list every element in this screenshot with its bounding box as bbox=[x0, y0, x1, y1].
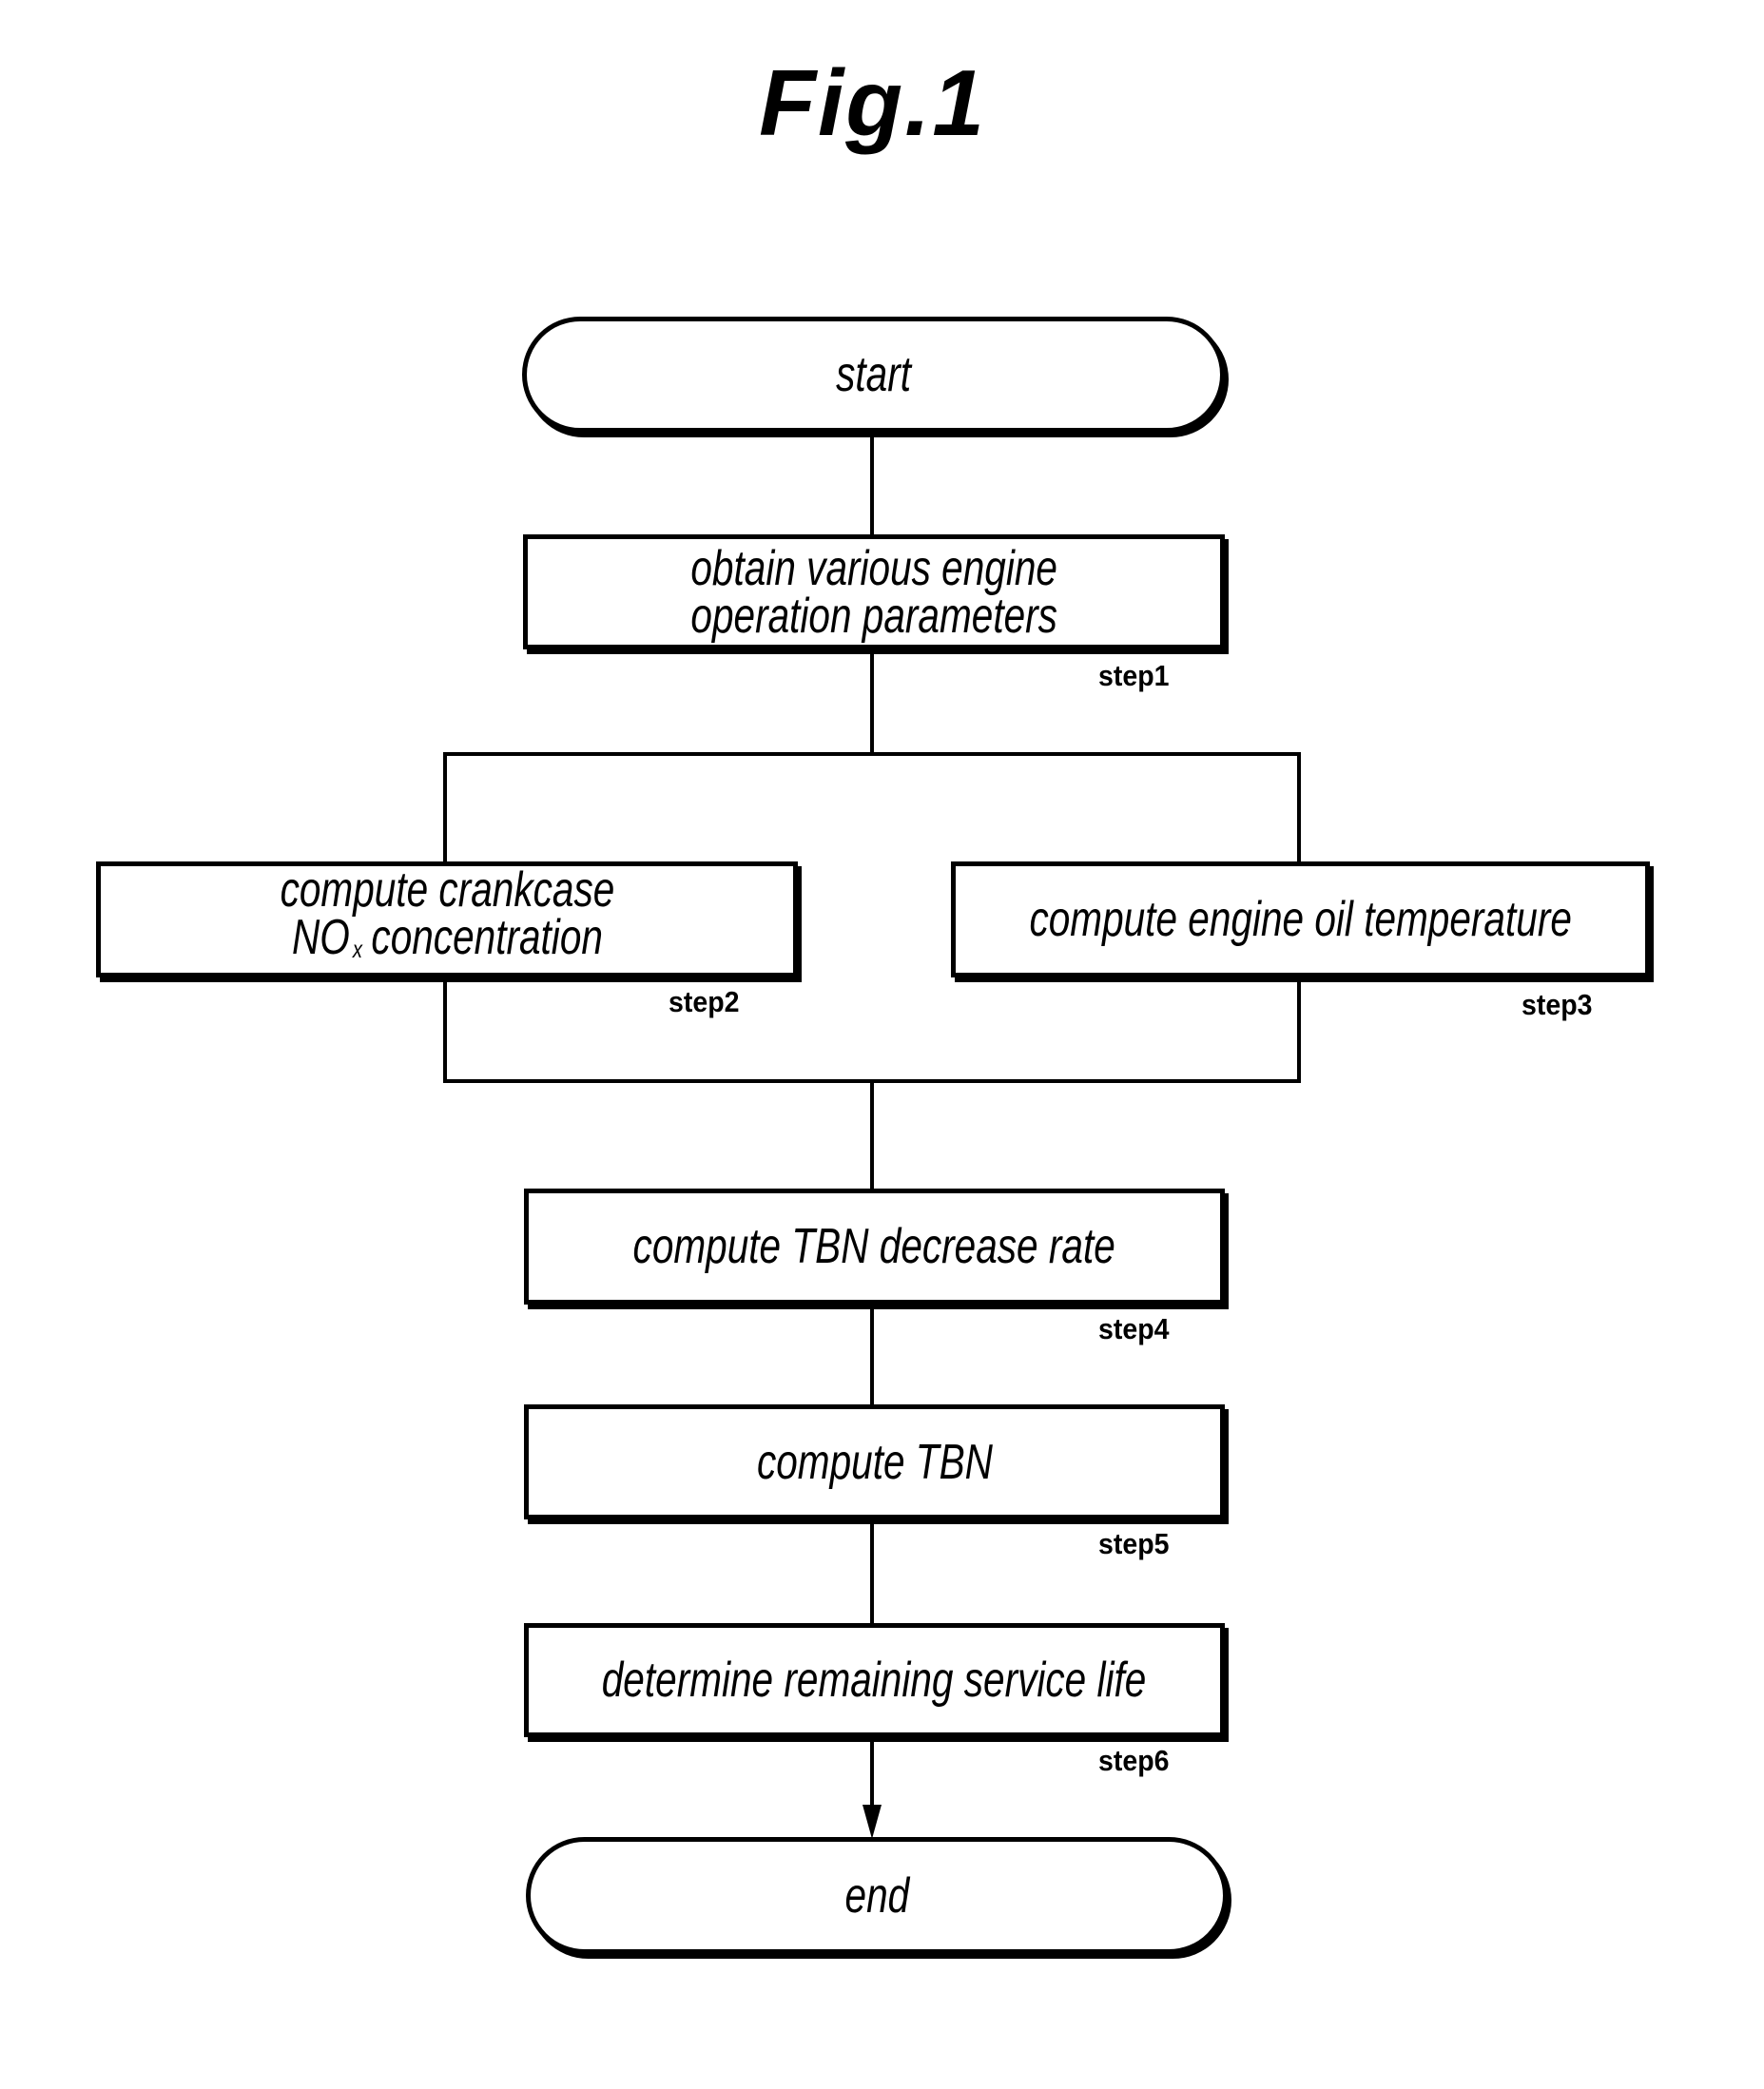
step3-tag: step3 bbox=[1522, 988, 1593, 1021]
step2-box: compute crankcase NO x concentration bbox=[96, 861, 798, 977]
step4-box: compute TBN decrease rate bbox=[524, 1189, 1225, 1305]
end-label: end bbox=[844, 1867, 909, 1924]
step3-label: compute engine oil temperature bbox=[1029, 892, 1572, 947]
start-terminal: start bbox=[522, 317, 1225, 433]
connector-layer bbox=[443, 435, 1301, 1839]
step2-label: compute crankcase NO x concentration bbox=[280, 862, 614, 973]
start-label: start bbox=[836, 347, 911, 402]
connector-split-branch bbox=[443, 752, 1301, 861]
step5-box: compute TBN bbox=[524, 1404, 1225, 1519]
step1-line2: operation parameters bbox=[690, 588, 1057, 644]
arrowhead-icon bbox=[863, 1805, 882, 1839]
step4-label: compute TBN decrease rate bbox=[632, 1219, 1116, 1274]
step2-line2: NO x concentration bbox=[280, 913, 614, 973]
step5-label: compute TBN bbox=[756, 1434, 993, 1490]
step2-line2-rest: concentration bbox=[370, 910, 603, 965]
step4-tag: step4 bbox=[1098, 1312, 1170, 1345]
step1-tag: step1 bbox=[1098, 659, 1170, 692]
step2-tag: step2 bbox=[669, 985, 740, 1018]
nox-subscript: x bbox=[352, 935, 362, 963]
connector-join-branch bbox=[443, 980, 1301, 1083]
end-terminal: end bbox=[526, 1837, 1228, 1954]
step1-line1: obtain various engine bbox=[690, 540, 1057, 596]
step1-label: obtain various engine operation paramete… bbox=[690, 540, 1057, 644]
step5-tag: step5 bbox=[1098, 1527, 1170, 1560]
step6-label: determine remaining service life bbox=[602, 1653, 1147, 1708]
step3-box: compute engine oil temperature bbox=[951, 861, 1650, 977]
step2-line1: compute crankcase bbox=[280, 862, 614, 918]
nox-symbol: NO bbox=[291, 910, 350, 965]
step6-box: determine remaining service life bbox=[524, 1623, 1225, 1737]
step1-box: obtain various engine operation paramete… bbox=[523, 534, 1225, 649]
step6-tag: step6 bbox=[1098, 1744, 1170, 1777]
